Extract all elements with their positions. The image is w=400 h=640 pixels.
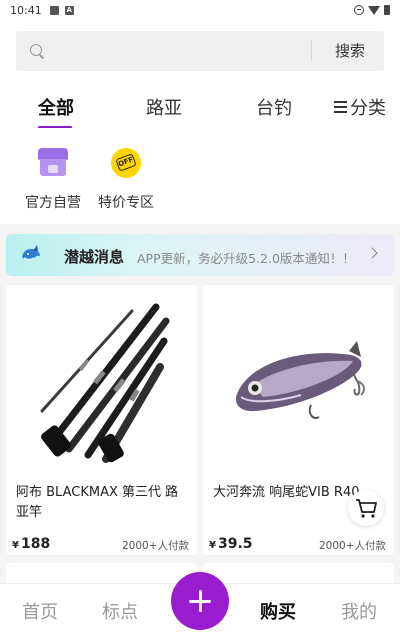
product-sales: 2000+人付款 — [318, 540, 386, 552]
menu-icon — [334, 101, 347, 113]
price-value: 39.5 — [217, 536, 253, 552]
nav-mine[interactable]: 我的 — [341, 598, 377, 624]
image-icon — [49, 5, 59, 15]
chevron-right-icon — [366, 247, 378, 259]
header: 搜索 全部 路亚 台钓 分类 — [0, 20, 400, 129]
add-post-button[interactable] — [171, 572, 229, 630]
quick-entry-special-offers[interactable]: OFF 特价专区 — [86, 148, 166, 212]
search-button[interactable]: 搜索 — [316, 31, 384, 71]
category-tabs: 全部 路亚 台钓 分类 — [0, 90, 400, 129]
quick-entries: 官方自营 OFF 特价专区 — [0, 128, 400, 224]
tab-categories[interactable]: 分类 — [334, 94, 386, 120]
tab-platform-fishing[interactable]: 台钓 — [256, 94, 292, 120]
quick-entry-label: 官方自营 — [25, 195, 81, 211]
nav-spots[interactable]: 标点 — [102, 598, 138, 624]
currency-symbol: ¥ — [209, 540, 216, 551]
product-price: ¥188 — [12, 536, 50, 552]
product-image-lure — [203, 285, 394, 475]
price-value: 188 — [20, 536, 51, 552]
wifi-icon — [368, 5, 380, 15]
do-not-disturb-icon — [354, 5, 364, 15]
product-title: 阿布 BLACKMAX 第三代 路亚竿 — [16, 485, 179, 520]
currency-symbol: ¥ — [12, 540, 19, 551]
off-sale-icon: OFF — [111, 148, 141, 178]
search-bar[interactable]: 搜索 — [16, 31, 384, 71]
product-price: ¥39.5 — [209, 536, 253, 552]
notice-title: 潜越消息 — [64, 248, 125, 266]
search-divider — [311, 41, 312, 61]
cart-icon — [356, 499, 377, 518]
product-card[interactable]: 阿布 BLACKMAX 第三代 路亚竿 ¥188 2000+人付款 — [6, 285, 197, 555]
product-image-rod — [6, 285, 197, 475]
product-card-partial — [203, 563, 394, 583]
shop-icon — [38, 148, 68, 178]
tab-lure[interactable]: 路亚 — [146, 94, 182, 120]
battery-icon — [384, 5, 390, 15]
notice-banner[interactable]: 潜越消息 APP更新，务必升级5.2.0版本通知！！ — [6, 234, 394, 276]
quick-entry-label: 特价专区 — [98, 195, 154, 211]
nav-buy[interactable]: 购买 — [260, 598, 296, 624]
tab-all[interactable]: 全部 — [38, 94, 74, 120]
quick-entry-official-store[interactable]: 官方自营 — [13, 148, 93, 212]
nav-home[interactable]: 首页 — [22, 598, 58, 624]
tab-categories-label: 分类 — [350, 98, 386, 119]
whale-icon — [22, 245, 40, 261]
notice-text: APP更新，务必升级5.2.0版本通知！！ — [137, 251, 355, 266]
product-sales: 2000+人付款 — [121, 540, 189, 552]
status-bar: 10:41 A — [0, 0, 400, 20]
cart-button[interactable] — [348, 490, 384, 526]
status-time: 10:41 — [10, 3, 42, 17]
a-icon: A — [64, 5, 74, 15]
search-icon — [30, 44, 42, 56]
product-card-partial — [6, 563, 197, 583]
